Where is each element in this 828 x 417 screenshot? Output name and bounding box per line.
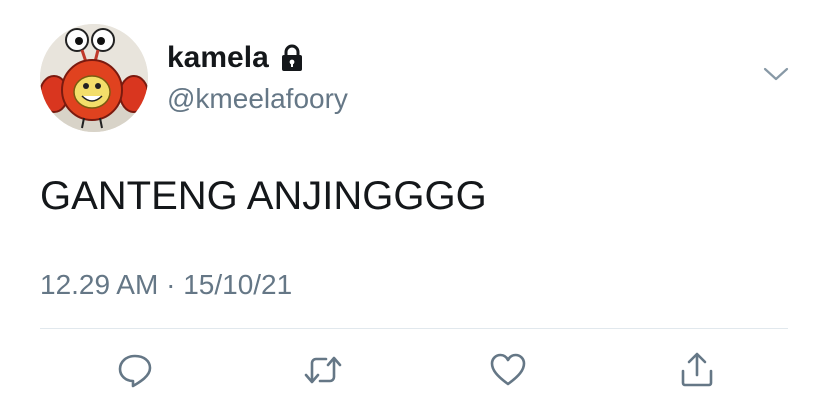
avatar-image — [40, 24, 148, 132]
retweet-icon — [304, 356, 342, 384]
display-name-text[interactable]: kamela — [167, 40, 269, 76]
lock-icon — [279, 43, 305, 73]
user-display-name[interactable]: kamela — [167, 40, 305, 76]
tweet-time[interactable]: 12.29 AM — [40, 269, 158, 300]
tweet-text: GANTENG ANJINGGGG — [40, 174, 487, 218]
avatar[interactable] — [40, 24, 148, 132]
retweet-button[interactable] — [301, 348, 345, 392]
meta-separator: · — [166, 269, 176, 300]
chevron-down-icon[interactable] — [763, 66, 789, 82]
like-button[interactable] — [486, 348, 530, 392]
tweet-date[interactable]: 15/10/21 — [183, 269, 292, 300]
heart-icon — [490, 353, 526, 386]
divider — [40, 328, 788, 329]
reply-button[interactable] — [113, 348, 157, 392]
share-icon — [681, 352, 713, 387]
share-button[interactable] — [675, 348, 719, 392]
tweet-timestamp[interactable]: 12.29 AM · 15/10/21 — [40, 265, 292, 305]
reply-icon — [118, 354, 152, 388]
user-handle[interactable]: @kmeelafoory — [167, 81, 348, 117]
